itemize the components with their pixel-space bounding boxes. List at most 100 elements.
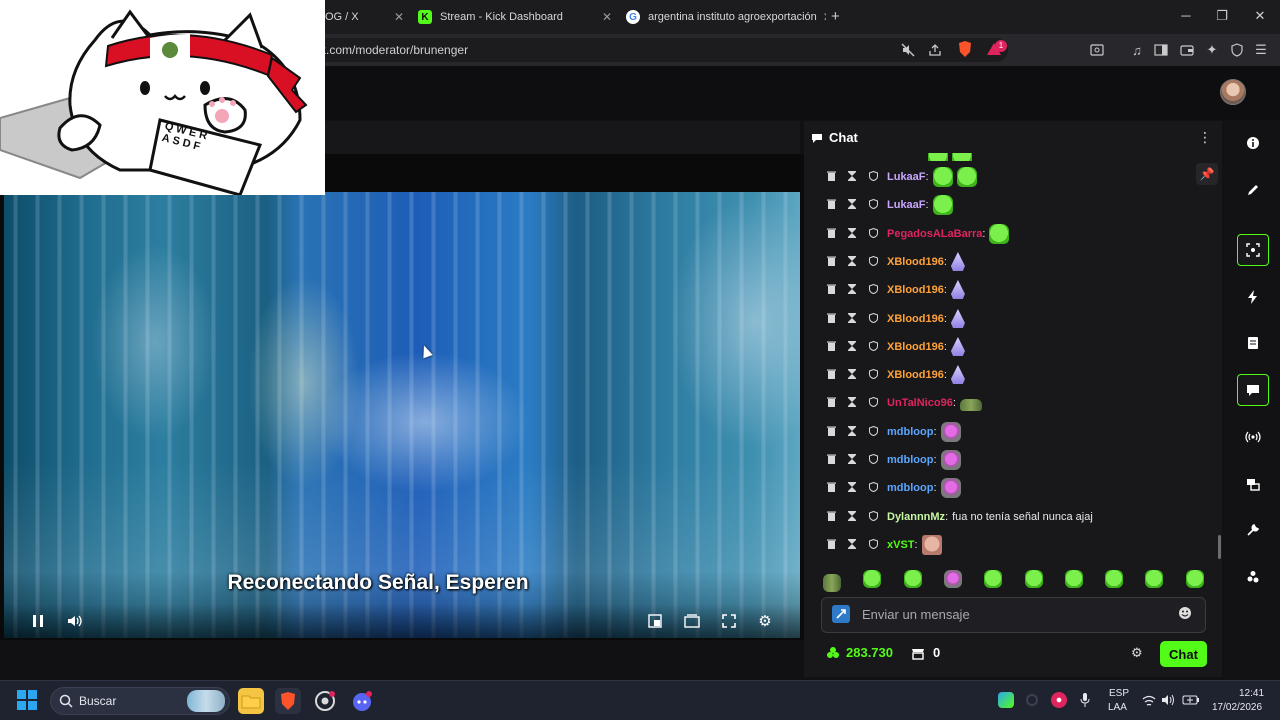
quick-emote-2[interactable] [863,570,882,588]
delete-message-icon[interactable] [824,397,838,410]
speaker-icon[interactable] [1161,693,1175,707]
chat-message[interactable]: XBlood196: [824,250,969,274]
chat-message[interactable]: XBlood196: [824,335,969,359]
tray-circle-icon[interactable] [1026,694,1038,706]
pin-icon[interactable]: 📌 [1196,163,1218,185]
delete-message-icon[interactable] [824,228,838,241]
microphone-icon[interactable] [1079,692,1091,708]
timeout-hourglass-icon[interactable] [845,396,859,410]
timeout-hourglass-icon[interactable] [845,425,859,439]
language-indicator-bottom[interactable]: LAA [1108,702,1127,713]
chat-emote-drop[interactable] [950,365,965,384]
ban-shield-icon[interactable] [866,283,880,297]
language-indicator-top[interactable]: ESP [1109,688,1129,699]
chat-username[interactable]: XBlood196 [887,284,944,296]
ban-shield-icon[interactable] [866,255,880,269]
send-chat-button[interactable]: Chat [1160,641,1207,667]
pause-button[interactable] [28,611,48,631]
sidebar-toggle-icon[interactable] [1152,41,1170,59]
tab-x[interactable]: OG / X ✕ [325,4,410,30]
delete-message-icon[interactable] [824,454,838,467]
ban-shield-icon[interactable] [866,481,880,495]
multistream-icon[interactable] [1237,468,1269,500]
chat-emote-face[interactable] [921,535,942,555]
quick-emote-9[interactable] [1145,570,1164,588]
brave-browser-icon[interactable] [275,688,301,714]
screen-capture-icon[interactable] [1237,234,1269,266]
timeout-hourglass-icon[interactable] [845,510,859,524]
new-tab-button[interactable]: + [831,8,840,25]
timeout-hourglass-icon[interactable] [845,481,859,495]
timeout-hourglass-icon[interactable] [845,312,859,326]
maximize-button[interactable]: ❐ [1208,6,1236,26]
chat-rail-icon[interactable] [1237,374,1269,406]
chat-username[interactable]: XBlood196 [887,256,944,268]
chat-emote-drop[interactable] [950,337,965,356]
share-icon[interactable] [926,41,944,59]
wifi-icon[interactable] [1142,694,1156,706]
quick-emote-7[interactable] [1064,570,1083,588]
chat-username[interactable]: PegadosALaBarra [887,228,982,240]
channel-points[interactable]: 283.730 [826,645,893,660]
chat-message[interactable]: DylannnMz: fua no tenía señal nunca ajaj [824,505,1093,529]
chat-username[interactable]: DylannnMz [887,511,945,523]
chat-message[interactable]: mdbloop: [824,476,965,500]
chat-username[interactable]: XBlood196 [887,341,944,353]
timeout-hourglass-icon[interactable] [845,255,859,269]
chat-scrollbar[interactable] [1218,535,1221,559]
chat-username[interactable]: mdbloop [887,426,933,438]
ban-shield-icon[interactable] [866,368,880,382]
community-icon[interactable] [1237,561,1269,593]
menu-icon[interactable]: ☰ [1252,41,1270,59]
chat-username[interactable]: LukaaF [887,171,926,183]
mute-icon[interactable] [899,41,917,59]
close-window-button[interactable]: ✕ [1246,6,1274,26]
delete-message-icon[interactable] [824,539,838,552]
delete-message-icon[interactable] [824,369,838,382]
ban-shield-icon[interactable] [866,453,880,467]
chat-emote-frog[interactable] [959,399,982,411]
ban-shield-icon[interactable] [866,227,880,241]
brave-shields-icon[interactable] [956,40,974,58]
emoji-picker-icon[interactable] [1178,606,1194,622]
chat-message[interactable]: xVST: [824,533,946,557]
chat-message[interactable]: mdbloop: [824,448,965,472]
fullscreen-button[interactable] [719,611,739,631]
ban-shield-icon[interactable] [866,425,880,439]
quick-emote-8[interactable] [1105,570,1124,588]
delete-message-icon[interactable] [824,313,838,326]
tray-record-icon[interactable] [1051,692,1067,708]
battery-icon[interactable] [1182,693,1200,705]
edit-pencil-icon[interactable] [1237,174,1269,206]
delete-message-icon[interactable] [824,482,838,495]
delete-message-icon[interactable] [824,511,838,524]
chat-username[interactable]: mdbloop [887,482,933,494]
chat-message[interactable]: XBlood196: [824,278,969,302]
info-icon[interactable] [1237,127,1269,159]
chat-emote-green[interactable] [989,224,1010,244]
ban-shield-icon[interactable] [866,396,880,410]
chat-message[interactable]: XBlood196: [824,363,969,387]
delete-message-icon[interactable] [824,341,838,354]
user-avatar[interactable] [1220,79,1246,105]
timeout-hourglass-icon[interactable] [845,368,859,382]
chat-message[interactable]: LukaaF: [824,165,981,189]
chat-message[interactable]: LukaaF: [824,193,957,217]
chat-emote-drop[interactable] [950,280,965,299]
notes-icon[interactable] [1237,327,1269,359]
theater-mode-button[interactable] [682,611,702,631]
chat-username[interactable]: LukaaF [887,199,926,211]
chat-more-options-icon[interactable]: ⋮ [1198,129,1212,146]
quick-emote-3[interactable] [903,570,922,588]
discord-icon[interactable] [349,688,375,714]
tab-kick-dashboard[interactable]: K Stream - Kick Dashboard ✕ [418,4,618,30]
ban-shield-icon[interactable] [866,198,880,212]
wrench-icon[interactable] [1237,514,1269,546]
delete-message-icon[interactable] [824,426,838,439]
clock-time[interactable]: 12:41 [1239,688,1264,699]
quick-emote-10[interactable] [1185,570,1204,588]
wallet-icon[interactable] [1178,41,1196,59]
ban-shield-icon[interactable] [866,170,880,184]
mini-player-button[interactable] [645,611,665,631]
chat-username[interactable]: XBlood196 [887,313,944,325]
